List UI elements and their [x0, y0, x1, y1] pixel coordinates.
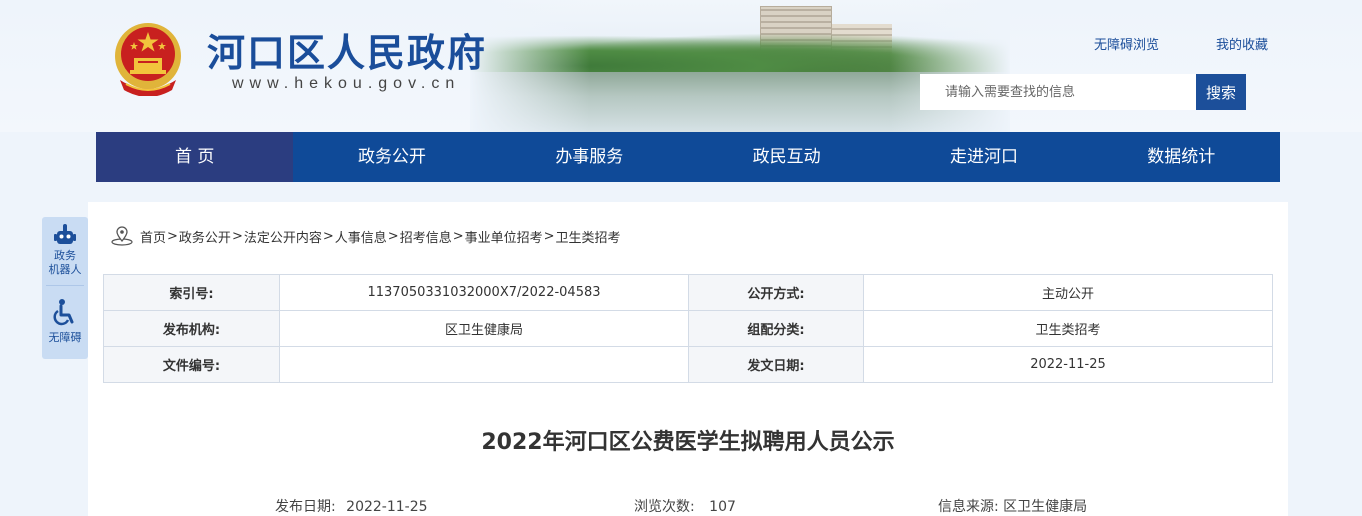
document-number-value — [279, 346, 689, 383]
breadcrumb-separator: > — [322, 228, 334, 244]
index-number-label: 索引号: — [103, 274, 280, 311]
location-pin-icon — [110, 226, 140, 246]
gov-robot-button[interactable]: 政务 机器人 — [42, 223, 88, 277]
site-title[interactable]: 河口区人民政府 — [207, 22, 487, 77]
breadcrumb: 首页 > 政务公开 > 法定公开内容 > 人事信息 > 招考信息 > 事业单位招… — [110, 226, 621, 246]
document-metadata-table: 索引号: 1137050331032000X7/2022-04583 公开方式:… — [103, 274, 1273, 383]
accessibility-button[interactable]: 无障碍 — [42, 297, 88, 345]
publish-date-value: 2022-11-25 — [346, 499, 428, 515]
source-info: 信息来源: 区卫生健康局 — [938, 496, 1087, 516]
nav-item-interaction[interactable]: 政民互动 — [688, 132, 885, 182]
publish-date-info: 发布日期: 2022-11-25 — [275, 496, 428, 516]
issue-date-label: 发文日期: — [688, 346, 864, 383]
main-nav: 首 页 政务公开 办事服务 政民互动 走进河口 数据统计 — [96, 132, 1280, 182]
breadcrumb-separator: > — [231, 228, 243, 244]
source-value: 区卫生健康局 — [1003, 499, 1088, 515]
breadcrumb-home[interactable]: 首页 — [140, 227, 166, 246]
table-row: 文件编号: 发文日期: 2022-11-25 — [103, 346, 1273, 383]
nav-item-about-hekou[interactable]: 走进河口 — [885, 132, 1082, 182]
national-emblem-icon — [112, 20, 184, 97]
breadcrumb-separator: > — [167, 228, 178, 244]
view-count-info: 浏览次数: 107 — [634, 496, 736, 516]
nav-item-statistics[interactable]: 数据统计 — [1083, 132, 1280, 182]
view-count-value: 107 — [709, 499, 736, 515]
publish-date-label: 发布日期: — [275, 499, 336, 515]
sidebar-divider — [46, 285, 84, 286]
accessibility-label: 无障碍 — [48, 331, 82, 344]
table-row: 索引号: 1137050331032000X7/2022-04583 公开方式:… — [103, 274, 1273, 311]
table-row: 发布机构: 区卫生健康局 组配分类: 卫生类招考 — [103, 310, 1273, 347]
gov-robot-label-2: 机器人 — [48, 263, 82, 276]
breadcrumb-gov-affairs[interactable]: 政务公开 — [179, 227, 231, 246]
breadcrumb-recruitment-info[interactable]: 招考信息 — [400, 227, 452, 246]
accessibility-browse-link[interactable]: 无障碍浏览 — [1094, 34, 1159, 53]
site-header: 河口区人民政府 www.hekou.gov.cn 无障碍浏览 我的收藏 搜索 — [0, 0, 1362, 132]
search-button[interactable]: 搜索 — [1196, 74, 1246, 110]
publisher-value: 区卫生健康局 — [279, 310, 689, 347]
search-input[interactable] — [920, 74, 1196, 110]
my-favorites-link[interactable]: 我的收藏 — [1216, 34, 1268, 53]
robot-icon — [42, 223, 88, 249]
breadcrumb-separator: > — [387, 228, 399, 244]
breadcrumb-statutory-content[interactable]: 法定公开内容 — [244, 227, 322, 246]
breadcrumb-institution-recruitment[interactable]: 事业单位招考 — [465, 227, 543, 246]
issue-date-value: 2022-11-25 — [863, 346, 1273, 383]
index-number-value: 1137050331032000X7/2022-04583 — [279, 274, 689, 311]
wheelchair-icon — [42, 297, 88, 331]
header-banner-photo — [470, 0, 1010, 132]
breadcrumb-separator: > — [543, 228, 555, 244]
breadcrumb-personnel-info[interactable]: 人事信息 — [335, 227, 387, 246]
publisher-label: 发布机构: — [103, 310, 280, 347]
gov-robot-label-1: 政务 — [54, 249, 76, 262]
document-number-label: 文件编号: — [103, 346, 280, 383]
open-mode-value: 主动公开 — [863, 274, 1273, 311]
site-url: www.hekou.gov.cn — [232, 75, 461, 92]
nav-item-government-affairs[interactable]: 政务公开 — [293, 132, 490, 182]
category-value: 卫生类招考 — [863, 310, 1273, 347]
open-mode-label: 公开方式: — [688, 274, 864, 311]
nav-item-home[interactable]: 首 页 — [96, 132, 294, 182]
floating-sidebar: 政务 机器人 无障碍 — [42, 217, 88, 359]
view-count-label: 浏览次数: — [634, 499, 695, 515]
nav-item-services[interactable]: 办事服务 — [491, 132, 688, 182]
breadcrumb-separator: > — [452, 228, 464, 244]
article-title: 2022年河口区公费医学生拟聘用人员公示 — [481, 430, 895, 455]
source-label: 信息来源: — [938, 499, 999, 515]
category-label: 组配分类: — [688, 310, 864, 347]
breadcrumb-health-recruitment[interactable]: 卫生类招考 — [556, 227, 621, 246]
